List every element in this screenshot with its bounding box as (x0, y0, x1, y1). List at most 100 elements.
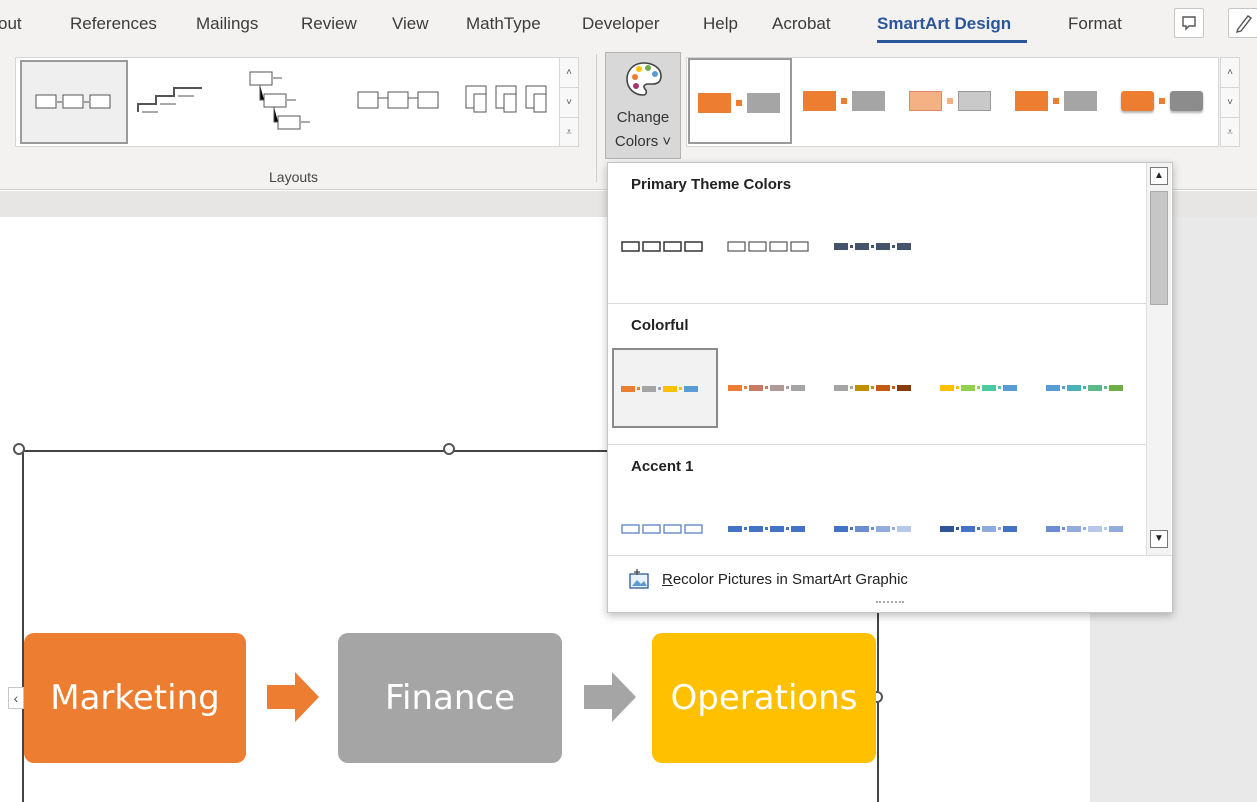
dropdown-separator (608, 303, 1146, 304)
recolor-pictures-menu-item[interactable]: Recolor Pictures in SmartArt Graphic (628, 568, 908, 590)
color-option-dark2-outline[interactable] (722, 207, 828, 287)
tab-smartart-design[interactable]: SmartArt Design (877, 14, 1011, 34)
color-swatch (1046, 385, 1123, 391)
shape-label: Marketing (50, 678, 220, 718)
process-arrow-icon (584, 672, 636, 722)
style-shape (803, 91, 836, 111)
dropdown-separator (608, 555, 1172, 556)
color-option-accent1-fill[interactable] (722, 489, 828, 569)
change-colors-button[interactable]: Change Colors ˅ (605, 52, 681, 159)
styles-more-button[interactable]: ⩡ (1221, 118, 1239, 148)
scroll-up-icon[interactable]: ▲ (1150, 167, 1168, 185)
style-connector (1053, 98, 1059, 104)
styles-scroll-up[interactable]: ˄ (1221, 58, 1239, 88)
smartart-styles-gallery (686, 57, 1219, 147)
smartart-shape-finance[interactable]: Finance (338, 633, 562, 763)
tab-help[interactable]: Help (703, 14, 738, 34)
tab-format[interactable]: Format (1068, 14, 1122, 34)
pencil-icon (1235, 15, 1253, 33)
scroll-down-icon[interactable]: ▼ (1150, 530, 1168, 548)
color-swatch (940, 526, 1017, 532)
tab-acrobat[interactable]: Acrobat (772, 14, 831, 34)
style-connector (841, 98, 847, 104)
color-option-colorful-range-3[interactable] (828, 348, 934, 428)
color-option-accent1-light-range[interactable] (1040, 489, 1146, 569)
tab-view[interactable]: View (392, 14, 429, 34)
layouts-more-button[interactable]: ⩡ (560, 118, 578, 148)
layout-thumbnail (137, 87, 202, 113)
color-option-colorful-range-4[interactable] (934, 348, 1040, 428)
smartart-frame-top (22, 450, 612, 452)
style-option-intense-effect[interactable] (1113, 58, 1217, 144)
styles-scroll-down[interactable]: ˅ (1221, 88, 1239, 118)
tab-review[interactable]: Review (301, 14, 357, 34)
color-swatch (834, 385, 911, 391)
style-shape (1170, 91, 1203, 111)
text-pane-toggle[interactable]: ‹ (8, 687, 24, 709)
style-shape (1064, 91, 1097, 111)
resize-handle-top-left[interactable] (13, 443, 25, 455)
recolor-pictures-icon (629, 569, 649, 589)
layout-option-basic-process[interactable] (20, 60, 128, 144)
style-shape (1121, 91, 1154, 111)
style-option-moderate-effect[interactable] (1007, 58, 1111, 144)
layouts-scroll-down[interactable]: ˅ (560, 88, 578, 118)
layouts-gallery-scroll: ˄ ˅ ⩡ (559, 57, 579, 147)
tab-mailings[interactable]: Mailings (196, 14, 258, 34)
style-connector (947, 98, 953, 104)
color-option-accent1-outline[interactable] (616, 489, 722, 569)
smartart-shape-marketing[interactable]: Marketing (24, 633, 246, 763)
layout-thumbnail (35, 94, 111, 109)
layouts-gallery (15, 57, 560, 147)
smartart-shape-operations[interactable]: Operations (652, 633, 876, 763)
resize-handle-top-center[interactable] (443, 443, 455, 455)
recolor-label-rest: ecolor Pictures in SmartArt Graphic (672, 570, 908, 588)
change-colors-label: Change (616, 109, 670, 126)
color-option-dark1-outline[interactable] (616, 207, 722, 287)
layout-thumbnail (249, 71, 310, 130)
style-option-subtle-effect[interactable] (901, 58, 1005, 144)
smartart-frame-right (877, 612, 879, 802)
style-option-simple-fill[interactable] (688, 58, 792, 144)
color-option-dark2-fill[interactable] (828, 207, 934, 287)
color-option-accent1-dark-range[interactable] (934, 489, 1040, 569)
style-connector (1159, 98, 1165, 104)
primary-theme-colors-header: Primary Theme Colors (631, 176, 792, 193)
scrollbar-thumb[interactable] (1150, 191, 1168, 305)
word-window: out References Mailings Review View Math… (0, 0, 1257, 802)
color-option-colorful-accent-colors[interactable] (612, 348, 718, 428)
color-swatch (727, 241, 809, 252)
process-arrow-icon (267, 672, 319, 722)
color-swatch (834, 243, 911, 250)
style-shape (909, 91, 942, 111)
layouts-group-label: Layouts (269, 169, 319, 185)
editing-button[interactable] (1228, 8, 1257, 38)
ribbon-tabs: out References Mailings Review View Math… (0, 0, 1257, 50)
style-shape (1015, 91, 1048, 111)
change-colors-dropdown: Primary Theme Colors Colorful Accent 1 ▲… (607, 162, 1173, 613)
styles-gallery-scroll: ˄ ˅ ⩡ (1220, 57, 1240, 147)
tab-mathtype[interactable]: MathType (466, 14, 541, 34)
style-shape (698, 93, 731, 113)
dropdown-scrollbar[interactable]: ▲ ▼ (1146, 163, 1171, 555)
color-option-colorful-range-2[interactable] (722, 348, 828, 428)
tab-layout[interactable]: out (0, 14, 22, 34)
recolor-pictures-label: Recolor Pictures in SmartArt Graphic (662, 571, 908, 588)
color-option-accent1-gradient-range[interactable] (828, 489, 934, 569)
color-option-colorful-range-5[interactable] (1040, 348, 1146, 428)
layout-option-hierarchy-process[interactable] (240, 60, 348, 144)
tab-developer[interactable]: Developer (582, 14, 660, 34)
color-swatch (1046, 526, 1123, 532)
tab-references[interactable]: References (70, 14, 157, 34)
resize-grip[interactable] (876, 601, 904, 605)
style-option-white-outline[interactable] (795, 58, 899, 144)
layout-option-step-up[interactable] (130, 60, 238, 144)
layout-thumbnail (357, 91, 439, 109)
layout-thumbnail (465, 85, 547, 113)
color-swatch (621, 241, 703, 252)
comments-button[interactable] (1174, 8, 1204, 38)
layout-option-accent-process[interactable] (460, 60, 568, 144)
layouts-scroll-up[interactable]: ˄ (560, 58, 578, 88)
layout-option-process-lists[interactable] (350, 60, 458, 144)
color-swatch (621, 386, 698, 392)
